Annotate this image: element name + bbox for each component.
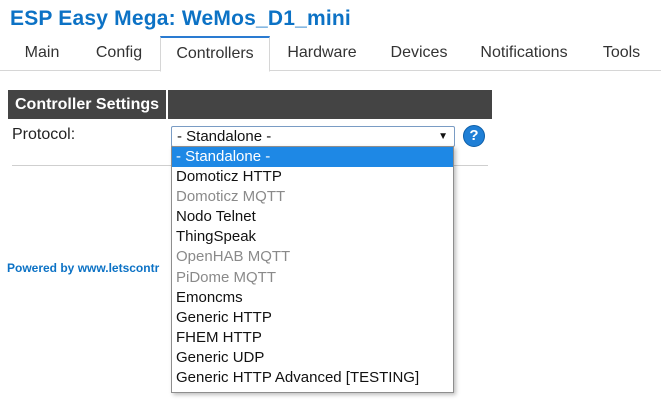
app-title: ESP Easy Mega: WeMos_D1_mini [10,7,351,30]
dropdown-option[interactable]: ThingSpeak [172,227,453,247]
protocol-dropdown-list: - Standalone - Domoticz HTTP Domoticz MQ… [171,146,454,393]
settings-header-title: Controller Settings [15,96,160,113]
help-icon[interactable]: ? [463,125,485,147]
dropdown-option[interactable]: Emoncms [172,288,453,308]
dropdown-option[interactable]: Generic HTTP [172,308,453,328]
dropdown-option-disabled: PiDome MQTT [176,268,277,286]
tab-main[interactable]: Main [6,36,78,70]
tab-tools[interactable]: Tools [584,36,659,70]
protocol-label: Protocol: [12,126,76,143]
protocol-select-value: - Standalone - [177,128,272,145]
settings-header: Controller Settings [8,90,492,119]
tab-devices[interactable]: Devices [374,36,464,70]
tab-config[interactable]: Config [78,36,160,70]
protocol-select[interactable]: - Standalone - ▼ [171,126,455,147]
dropdown-option-disabled: Domoticz MQTT [176,188,286,206]
dropdown-option[interactable]: - Standalone - [172,147,453,168]
tab-controllers[interactable]: Controllers [160,36,270,72]
dropdown-option-disabled: OpenHAB MQTT [176,248,291,266]
dropdown-option[interactable]: FHEM HTTP [172,328,453,348]
dropdown-arrow-icon: ▼ [438,131,448,142]
dropdown-option[interactable]: Generic HTTP Advanced [TESTING] [172,368,453,388]
dropdown-option[interactable]: Domoticz HTTP [172,167,453,187]
tab-notifications[interactable]: Notifications [464,36,584,70]
tab-hardware[interactable]: Hardware [270,36,374,70]
dropdown-option[interactable]: Generic UDP [172,348,453,368]
footer-link[interactable]: Powered by www.letscontr [7,261,173,275]
dropdown-option[interactable]: Nodo Telnet [172,207,453,227]
tab-bar: Main Config Controllers Hardware Devices… [0,36,661,72]
header-separator [166,90,168,119]
page: ESP Easy Mega: WeMos_D1_mini Main Config… [0,0,661,410]
